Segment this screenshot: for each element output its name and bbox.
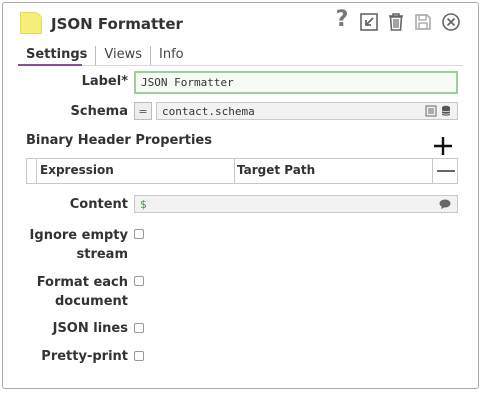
close-icon[interactable] xyxy=(440,11,462,33)
column-header-expression: Expression xyxy=(40,163,114,177)
content-input[interactable]: $ xyxy=(134,195,458,213)
format-each-label-line2: document xyxy=(54,294,128,309)
expression-toggle-button[interactable]: = xyxy=(134,102,152,120)
pretty-print-label: Pretty-print xyxy=(41,349,128,364)
ignore-empty-checkbox[interactable] xyxy=(134,229,144,239)
ignore-empty-label: Ignore empty stream xyxy=(30,226,128,264)
tab-active-indicator xyxy=(18,64,82,66)
ignore-empty-label-line2: stream xyxy=(76,247,129,262)
database-icon[interactable] xyxy=(441,105,451,117)
tab-info[interactable]: Info xyxy=(151,46,192,66)
snap-icon xyxy=(20,12,42,34)
binary-header-table: Expression Target Path xyxy=(26,158,458,184)
add-row-icon[interactable] xyxy=(432,135,454,157)
format-each-label: Format each document xyxy=(37,273,128,311)
label-field-label: Label* xyxy=(81,74,128,89)
list-icon[interactable] xyxy=(425,105,437,117)
move-out-icon[interactable] xyxy=(358,11,380,33)
json-lines-label: JSON lines xyxy=(52,321,128,336)
column-divider xyxy=(36,159,37,183)
help-icon[interactable]: ? xyxy=(334,7,350,32)
tab-divider xyxy=(18,65,463,66)
dialog-title: JSON Formatter xyxy=(51,15,183,33)
remove-row-icon[interactable] xyxy=(437,170,455,172)
content-label: Content xyxy=(69,197,128,212)
comment-icon[interactable] xyxy=(439,199,451,210)
pretty-print-checkbox[interactable] xyxy=(134,351,144,361)
schema-input[interactable]: contact.schema xyxy=(156,102,458,120)
tab-bar: Settings Views Info xyxy=(18,46,192,66)
tab-settings[interactable]: Settings xyxy=(18,46,97,66)
column-divider xyxy=(432,159,433,183)
schema-label: Schema xyxy=(70,104,128,119)
column-header-target-path: Target Path xyxy=(237,163,316,177)
format-each-checkbox[interactable] xyxy=(134,276,144,286)
json-lines-checkbox[interactable] xyxy=(134,323,144,333)
format-each-label-line1: Format each xyxy=(36,275,128,290)
ignore-empty-label-line1: Ignore empty xyxy=(29,228,128,243)
content-value: $ xyxy=(140,197,147,211)
label-input[interactable]: JSON Formatter xyxy=(134,71,458,94)
trash-icon[interactable] xyxy=(386,11,406,33)
column-divider xyxy=(234,159,235,183)
tab-views[interactable]: Views xyxy=(96,46,151,66)
save-icon[interactable] xyxy=(413,11,433,33)
schema-value: contact.schema xyxy=(162,104,255,118)
binary-header-title: Binary Header Properties xyxy=(26,133,212,148)
